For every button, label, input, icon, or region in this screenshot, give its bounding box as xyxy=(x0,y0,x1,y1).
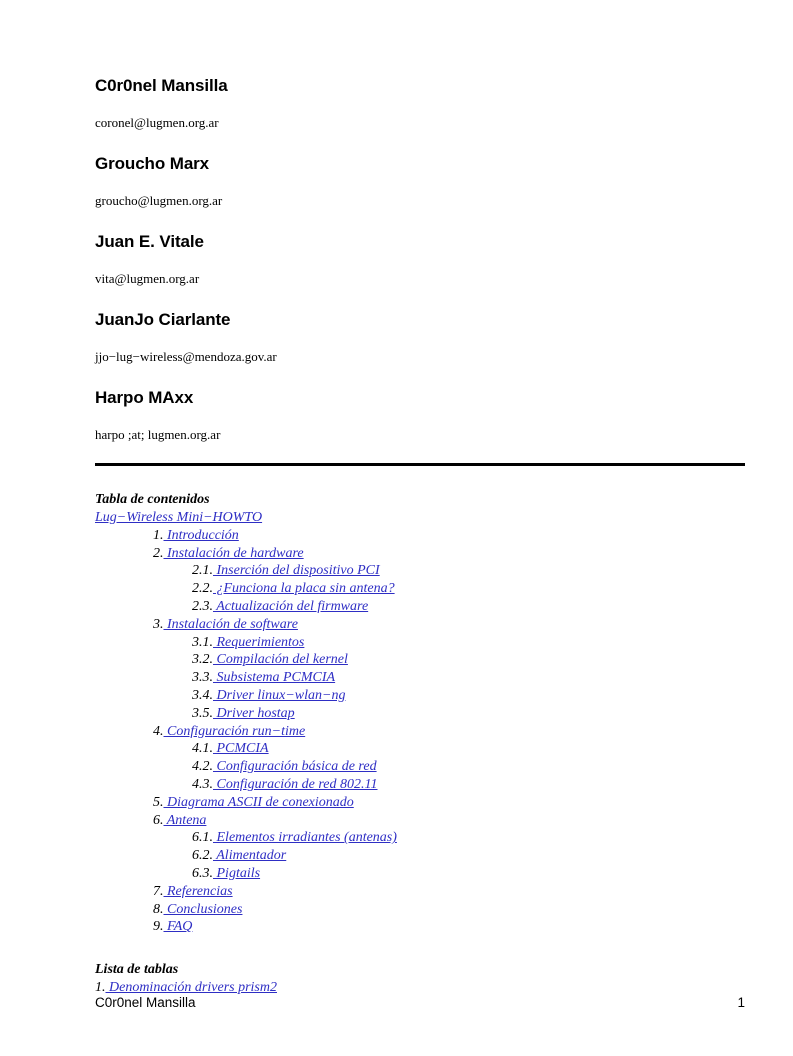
toc-entry: 8. Conclusiones xyxy=(95,901,745,919)
lot-heading: Lista de tablas xyxy=(95,962,179,978)
author-email: coronel@lugmen.org.ar xyxy=(95,115,219,130)
toc-entry-number: 6.1. xyxy=(192,830,213,846)
document-page: C0r0nel Mansilla coronel@lugmen.org.ar Gro… xyxy=(0,0,793,1056)
author-list: C0r0nel Mansilla coronel@lugmen.org.ar Gro… xyxy=(95,0,745,443)
author-name: JuanJo Ciarlante xyxy=(95,310,231,329)
toc-entry: 3.2. Compilación del kernel xyxy=(95,651,745,669)
toc-entry-number: 4.3. xyxy=(192,776,213,792)
toc-entry: 2.2. ¿Funciona la placa sin antena? xyxy=(95,580,745,598)
toc-entry-number: 6.2. xyxy=(192,848,213,864)
footer-author: C0r0nel Mansilla xyxy=(95,995,196,1010)
toc-entry-link[interactable]: Compilación del kernel xyxy=(213,652,348,667)
toc-entry-number: 3.5. xyxy=(192,705,213,721)
author-block: Juan E. Vitale vita@lugmen.org.ar xyxy=(95,232,745,287)
toc-entry-number: 2.1. xyxy=(192,563,213,579)
toc-entry-number: 1. xyxy=(95,980,106,996)
toc-entry: 4.1. PCMCIA xyxy=(95,740,745,758)
toc-entry-link[interactable]: Instalación de software xyxy=(164,617,298,632)
toc-entry: 6.1. Elementos irradiantes (antenas) xyxy=(95,829,745,847)
toc-entry-number: 3.1. xyxy=(192,634,213,650)
toc-entry: 6. Antena xyxy=(95,812,745,830)
horizontal-rule xyxy=(95,463,745,466)
toc-root-link[interactable]: Lug−Wireless Mini−HOWTO xyxy=(95,510,262,525)
toc-entry-number: 4.1. xyxy=(192,741,213,757)
author-email: vita@lugmen.org.ar xyxy=(95,271,200,286)
toc-entry-number: 9. xyxy=(153,919,164,935)
toc-entry-link[interactable]: Inserción del dispositivo PCI xyxy=(213,563,380,578)
toc-entry: 1. Introducción xyxy=(95,527,745,545)
author-block: Harpo MAxx harpo ;at; lugmen.org.ar xyxy=(95,388,745,443)
toc-entry: 4. Configuración run−time xyxy=(95,723,745,741)
footer-page-number: 1 xyxy=(737,995,745,1010)
toc-entry-number: 2. xyxy=(153,545,164,561)
toc-entry-link[interactable]: Denominación drivers prism2 xyxy=(106,980,277,995)
author-block: JuanJo Ciarlante jjo−lug−wireless@mendoza… xyxy=(95,310,745,365)
toc-entry: 9. FAQ xyxy=(95,918,745,936)
author-email: jjo−lug−wireless@mendoza.gov.ar xyxy=(95,349,277,364)
author-email: groucho@lugmen.org.ar xyxy=(95,193,223,208)
toc-entry-link[interactable]: Configuración run−time xyxy=(164,724,305,739)
toc-entry: 6.2. Alimentador xyxy=(95,847,745,865)
toc-entry-link[interactable]: Configuración básica de red xyxy=(213,759,377,774)
toc-entry-link[interactable]: Antena xyxy=(164,813,207,828)
toc-heading: Tabla de contenidos xyxy=(95,492,210,507)
toc-entry-number: 6. xyxy=(153,812,164,828)
toc-entry: 5. Diagrama ASCII de conexionado xyxy=(95,794,745,812)
list-of-tables: Lista de tablas 1. Denominación drivers … xyxy=(95,961,745,997)
author-name: Juan E. Vitale xyxy=(95,232,204,251)
toc-entry-link[interactable]: Subsistema PCMCIA xyxy=(213,670,336,685)
toc-entry-number: 2.3. xyxy=(192,598,213,614)
toc-entry: 4.2. Configuración básica de red xyxy=(95,758,745,776)
toc-entry-link[interactable]: PCMCIA xyxy=(213,741,269,756)
toc-entry-link[interactable]: Driver linux−wlan−ng xyxy=(213,688,346,703)
toc-entry-number: 3.2. xyxy=(192,652,213,668)
author-name: Harpo MAxx xyxy=(95,388,194,407)
toc-entry-link[interactable]: Diagrama ASCII de conexionado xyxy=(164,795,354,810)
author-block: Groucho Marx groucho@lugmen.org.ar xyxy=(95,154,745,209)
table-of-contents: Tabla de contenidos Lug−Wireless Mini−HO… xyxy=(95,491,745,936)
toc-root-entry: Lug−Wireless Mini−HOWTO xyxy=(95,509,745,527)
toc-entry-number: 3.4. xyxy=(192,687,213,703)
toc-entry-link[interactable]: Configuración de red 802.11 xyxy=(213,777,378,792)
toc-entry-link[interactable]: Introducción xyxy=(164,528,239,543)
toc-entry-number: 4. xyxy=(153,723,164,739)
toc-entry-link[interactable]: Elementos irradiantes (antenas) xyxy=(213,830,397,845)
toc-entry-number: 1. xyxy=(153,527,164,543)
toc-entry-link[interactable]: Actualización del firmware xyxy=(213,599,368,614)
toc-entry: 6.3. Pigtails xyxy=(95,865,745,883)
toc-entry: 7. Referencias xyxy=(95,883,745,901)
toc-entry-number: 3.3. xyxy=(192,670,213,686)
author-name: Groucho Marx xyxy=(95,154,210,173)
toc-entry: 3.3. Subsistema PCMCIA xyxy=(95,669,745,687)
toc-entry-number: 6.3. xyxy=(192,865,213,881)
author-block: C0r0nel Mansilla coronel@lugmen.org.ar xyxy=(95,76,745,131)
toc-entry-number: 4.2. xyxy=(192,759,213,775)
toc-entry-link[interactable]: Pigtails xyxy=(213,866,261,881)
toc-entry-number: 8. xyxy=(153,901,164,917)
toc-entry-number: 3. xyxy=(153,616,164,632)
toc-entry: 3. Instalación de software xyxy=(95,616,745,634)
toc-entry: 3.4. Driver linux−wlan−ng xyxy=(95,687,745,705)
author-name: C0r0nel Mansilla xyxy=(95,76,228,95)
toc-entry-link[interactable]: Referencias xyxy=(164,884,233,899)
toc-entry-link[interactable]: Conclusiones xyxy=(164,902,242,917)
toc-entry: 2. Instalación de hardware xyxy=(95,545,745,563)
toc-entry: 2.3. Actualización del firmware xyxy=(95,598,745,616)
author-email: harpo ;at; lugmen.org.ar xyxy=(95,427,221,442)
toc-entry: 3.1. Requerimientos xyxy=(95,634,745,652)
toc-entry-link[interactable]: Instalación de hardware xyxy=(164,546,304,561)
toc-entry-list: 1. Introducción 2. Instalación de hardwar… xyxy=(95,527,745,936)
toc-entry-number: 2.2. xyxy=(192,581,213,597)
toc-entry-link[interactable]: Requerimientos xyxy=(213,635,305,650)
toc-entry-number: 5. xyxy=(153,794,164,810)
toc-entry: 4.3. Configuración de red 802.11 xyxy=(95,776,745,794)
toc-entry: 2.1. Inserción del dispositivo PCI xyxy=(95,562,745,580)
toc-entry-link[interactable]: ¿Funciona la placa sin antena? xyxy=(213,581,395,596)
toc-entry-link[interactable]: FAQ xyxy=(164,919,192,934)
toc-entry: 3.5. Driver hostap xyxy=(95,705,745,723)
toc-entry-link[interactable]: Driver hostap xyxy=(213,706,295,721)
toc-entry-number: 7. xyxy=(153,883,164,899)
toc-entry-link[interactable]: Alimentador xyxy=(213,848,286,863)
page-footer: C0r0nel Mansilla 1 xyxy=(95,995,745,1010)
